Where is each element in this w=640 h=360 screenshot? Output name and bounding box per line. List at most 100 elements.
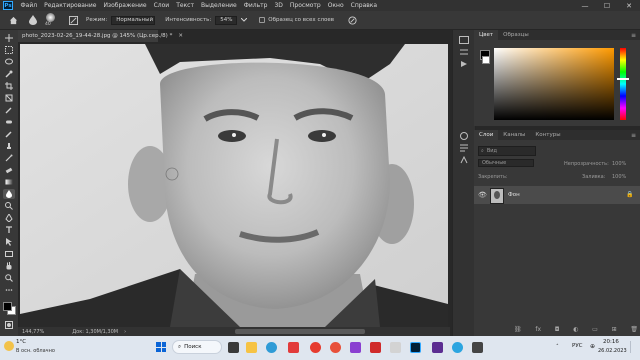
color-swatches[interactable]: [3, 302, 16, 315]
brush-preset-picker[interactable]: 40: [44, 13, 58, 27]
brush-tool-icon[interactable]: [3, 129, 15, 139]
app-icon-3[interactable]: [350, 342, 361, 353]
pen-tool-icon[interactable]: [3, 213, 15, 223]
weather-icon[interactable]: [4, 341, 14, 351]
photoshop-taskbar-icon[interactable]: [410, 342, 421, 353]
trash-icon[interactable]: 🗑: [630, 326, 638, 334]
rectangle-tool-icon[interactable]: [3, 249, 15, 259]
maximize-button[interactable]: ☐: [596, 0, 618, 11]
edge-browser-icon[interactable]: [266, 342, 277, 353]
menu-text[interactable]: Текст: [173, 2, 198, 9]
eyedropper-tool-icon[interactable]: [3, 105, 15, 115]
tab-swatches[interactable]: Образцы: [498, 30, 534, 40]
hue-slider[interactable]: [620, 48, 626, 120]
file-explorer-icon[interactable]: [246, 342, 257, 353]
app-icon-4[interactable]: [370, 342, 381, 353]
zoom-tool-icon[interactable]: [3, 273, 15, 283]
chevron-down-icon[interactable]: [237, 14, 251, 26]
paragraph-panel-icon[interactable]: [459, 144, 469, 152]
network-icon[interactable]: ⊕: [590, 343, 595, 350]
hand-tool-icon[interactable]: [3, 261, 15, 271]
blend-mode-select[interactable]: Обычные: [478, 159, 534, 167]
type-tool-icon[interactable]: [3, 225, 15, 235]
app-icon-1[interactable]: [288, 342, 299, 353]
sample-all-checkbox[interactable]: [259, 17, 266, 23]
app-icon-6[interactable]: [432, 342, 443, 353]
history-brush-tool-icon[interactable]: [3, 153, 15, 163]
eraser-tool-icon[interactable]: [3, 165, 15, 175]
task-view-icon[interactable]: [228, 342, 239, 353]
hue-slider-handle[interactable]: [617, 78, 629, 80]
menu-view[interactable]: Просмотр: [286, 2, 324, 9]
menu-layers[interactable]: Слои: [150, 2, 173, 9]
menu-help[interactable]: Справка: [347, 2, 380, 9]
character-panel-icon[interactable]: [459, 155, 469, 164]
start-button[interactable]: [156, 342, 166, 352]
app-icon-7[interactable]: [472, 342, 483, 353]
quick-select-tool-icon[interactable]: [3, 69, 15, 79]
yandex-icon[interactable]: [310, 342, 321, 353]
quick-mask-icon[interactable]: [3, 320, 15, 330]
lasso-tool-icon[interactable]: [3, 57, 15, 67]
adjustment-layer-icon[interactable]: ◐: [573, 326, 578, 334]
properties-panel-icon[interactable]: [459, 48, 469, 56]
path-select-tool-icon[interactable]: [3, 237, 15, 247]
blur-tool-icon-active[interactable]: [3, 189, 15, 199]
menu-filter[interactable]: Фильтр: [240, 2, 271, 9]
document-tab[interactable]: photo_2023-02-26_19-44-28.jpg @ 145% (Цр…: [18, 30, 183, 42]
chevron-right-icon[interactable]: ›: [124, 329, 126, 335]
tab-paths[interactable]: Контуры: [530, 130, 565, 140]
menu-file[interactable]: Файл: [17, 2, 41, 9]
clock-date[interactable]: 26.02.2023: [598, 348, 627, 354]
adjustments-panel-icon[interactable]: [459, 132, 469, 140]
opacity-value[interactable]: 100%: [612, 161, 626, 167]
more-tools-icon[interactable]: [3, 285, 15, 295]
tray-chevron-icon[interactable]: ˄: [556, 344, 559, 350]
blur-tool-icon[interactable]: [26, 14, 40, 26]
app-icon-5[interactable]: [390, 342, 401, 353]
color-field[interactable]: [494, 48, 614, 120]
clock-time[interactable]: 20:16: [603, 339, 619, 345]
gradient-tool-icon[interactable]: [3, 177, 15, 187]
tab-layers[interactable]: Слои: [474, 130, 499, 140]
layer-filter-select[interactable]: ⌕ Вид: [478, 146, 536, 156]
telegram-icon[interactable]: [452, 342, 463, 353]
menu-edit[interactable]: Редактирование: [41, 2, 100, 9]
layers-menu-icon[interactable]: ≡: [631, 130, 640, 140]
actions-panel-icon[interactable]: [459, 60, 469, 68]
menu-select[interactable]: Выделение: [197, 2, 240, 9]
link-layers-icon[interactable]: ⛓: [514, 326, 522, 334]
layer-name[interactable]: Фон: [508, 192, 520, 198]
history-panel-icon[interactable]: [459, 36, 469, 44]
marquee-tool-icon[interactable]: [3, 45, 15, 55]
tab-color[interactable]: Цвет: [474, 30, 499, 40]
fx-icon[interactable]: fx: [535, 326, 541, 334]
foreground-color-swatch[interactable]: [3, 302, 12, 311]
close-button[interactable]: ✕: [618, 0, 640, 11]
layer-row[interactable]: 👁 Фон 🔒: [474, 186, 640, 204]
fill-value[interactable]: 100%: [612, 174, 626, 180]
show-desktop-button[interactable]: [630, 341, 639, 353]
mask-icon[interactable]: ◘: [555, 326, 560, 334]
zoom-level[interactable]: 144,77%: [22, 329, 44, 335]
canvas[interactable]: [20, 44, 448, 327]
crop-tool-icon[interactable]: [3, 81, 15, 91]
close-tab-icon[interactable]: ✕: [178, 33, 183, 39]
app-icon-2[interactable]: [330, 342, 341, 353]
language-indicator[interactable]: РУС: [572, 343, 583, 349]
menu-image[interactable]: Изображение: [100, 2, 150, 9]
spot-healing-tool-icon[interactable]: [3, 117, 15, 127]
color-background-swatch[interactable]: [482, 56, 490, 64]
tab-channels[interactable]: Каналы: [498, 130, 530, 140]
panel-menu-icon[interactable]: ≡: [631, 30, 640, 40]
move-tool-icon[interactable]: [3, 33, 15, 43]
minimize-button[interactable]: —: [574, 0, 596, 11]
group-icon[interactable]: ▭: [592, 326, 598, 334]
menu-window[interactable]: Окно: [324, 2, 347, 9]
menu-3d[interactable]: 3D: [271, 2, 286, 9]
brush-settings-icon[interactable]: [66, 14, 80, 26]
weather-desc[interactable]: В осн. облачно: [16, 348, 55, 354]
horizontal-scrollbar[interactable]: [235, 329, 365, 334]
mode-select[interactable]: Нормальный: [111, 15, 156, 25]
vertical-scrollbar[interactable]: [448, 44, 451, 327]
